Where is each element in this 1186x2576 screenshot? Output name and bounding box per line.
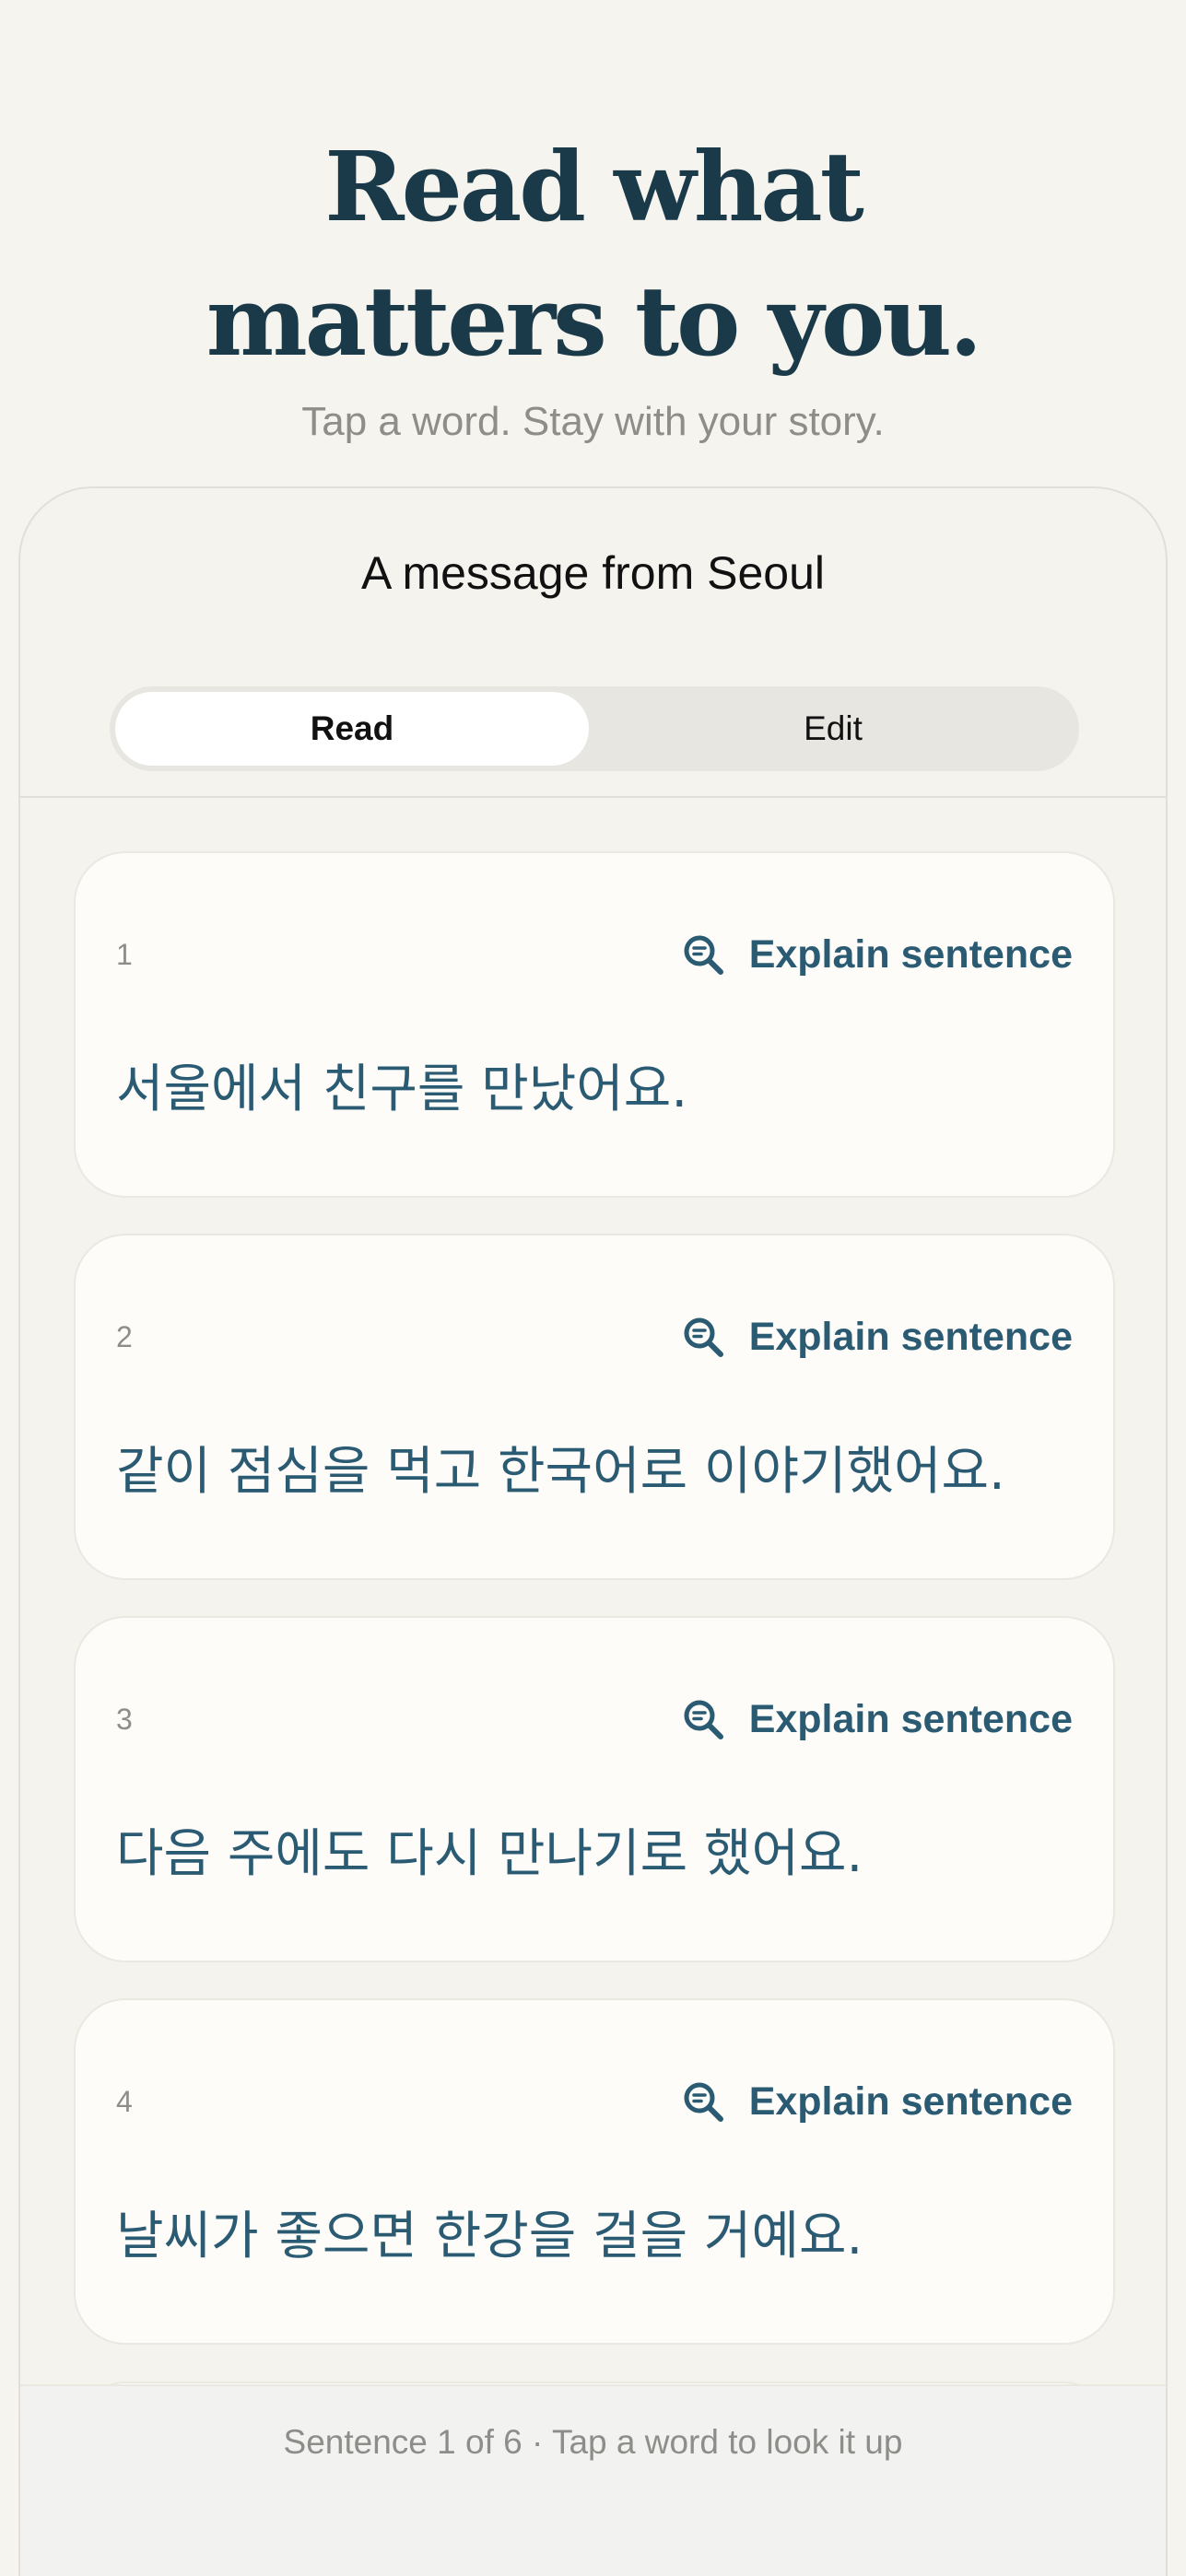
search-explain-icon (684, 935, 723, 975)
reader-sheet: A message from Seoul Read Edit 1 Explain… (18, 486, 1168, 2576)
page: Read what matters to you. Tap a word. St… (0, 0, 1186, 2576)
hero-title-line-2: matters to you. (205, 264, 982, 378)
sentence-number: 4 (116, 2085, 133, 2118)
sentence-card-2: 2 Explain sentence 같이 점심을 먹고 한국어로 이야기했어요… (74, 1234, 1115, 1580)
sheet-title: A message from Seoul (360, 547, 826, 599)
explain-sentence-label: Explain sentence (748, 1697, 1073, 1741)
hero-section: Read what matters to you. Tap a word. St… (0, 0, 1186, 488)
sentence-number: 3 (116, 1703, 133, 1736)
tab-read[interactable]: Read (115, 692, 589, 766)
explain-sentence-label: Explain sentence (748, 932, 1073, 977)
explain-sentence-label: Explain sentence (748, 2079, 1073, 2124)
sentence-card-4: 4 Explain sentence 날씨가 좋으면 한강을 걸을 거예요. (74, 1998, 1115, 2345)
explain-sentence-button[interactable]: Explain sentence (681, 1692, 1073, 1747)
sentence-text[interactable]: 서울에서 친구를 만났어요. (116, 1058, 1074, 1122)
explain-sentence-button[interactable]: Explain sentence (681, 1309, 1073, 1364)
sentence-card-1: 1 Explain sentence 서울에서 친구를 만났어요. (74, 851, 1115, 1198)
explain-sentence-button[interactable]: Explain sentence (681, 2074, 1073, 2129)
search-explain-icon (684, 1317, 723, 1357)
header-divider (20, 796, 1166, 798)
hero-title-line-1: Read what (324, 130, 863, 243)
sentence-text[interactable]: 날씨가 좋으면 한강을 걸을 거예요. (116, 2205, 1074, 2269)
search-explain-icon (684, 1700, 723, 1739)
hero-subtitle: Tap a word. Stay with your story. (301, 399, 885, 444)
search-explain-icon (684, 2082, 723, 2122)
sentence-card-3: 3 Explain sentence 다음 주에도 다시 만나기로 했어요. (74, 1616, 1115, 1962)
hero-title: Read what matters to you. (0, 120, 1186, 389)
status-text: Sentence 1 of 6 · Tap a word to look it … (283, 2423, 903, 2461)
explain-sentence-label: Explain sentence (748, 1315, 1073, 1359)
mode-segmented-control: Read Edit (110, 686, 1079, 771)
sentence-number: 1 (116, 938, 133, 971)
sentence-text[interactable]: 같이 점심을 먹고 한국어로 이야기했어요. (116, 1440, 1074, 1505)
explain-sentence-button[interactable]: Explain sentence (681, 927, 1073, 982)
tab-edit[interactable]: Edit (596, 692, 1070, 766)
status-footer: Sentence 1 of 6 · Tap a word to look it … (20, 2384, 1166, 2576)
sentence-text[interactable]: 다음 주에도 다시 만나기로 했어요. (116, 1822, 1074, 1887)
sentence-number: 2 (116, 1320, 133, 1353)
